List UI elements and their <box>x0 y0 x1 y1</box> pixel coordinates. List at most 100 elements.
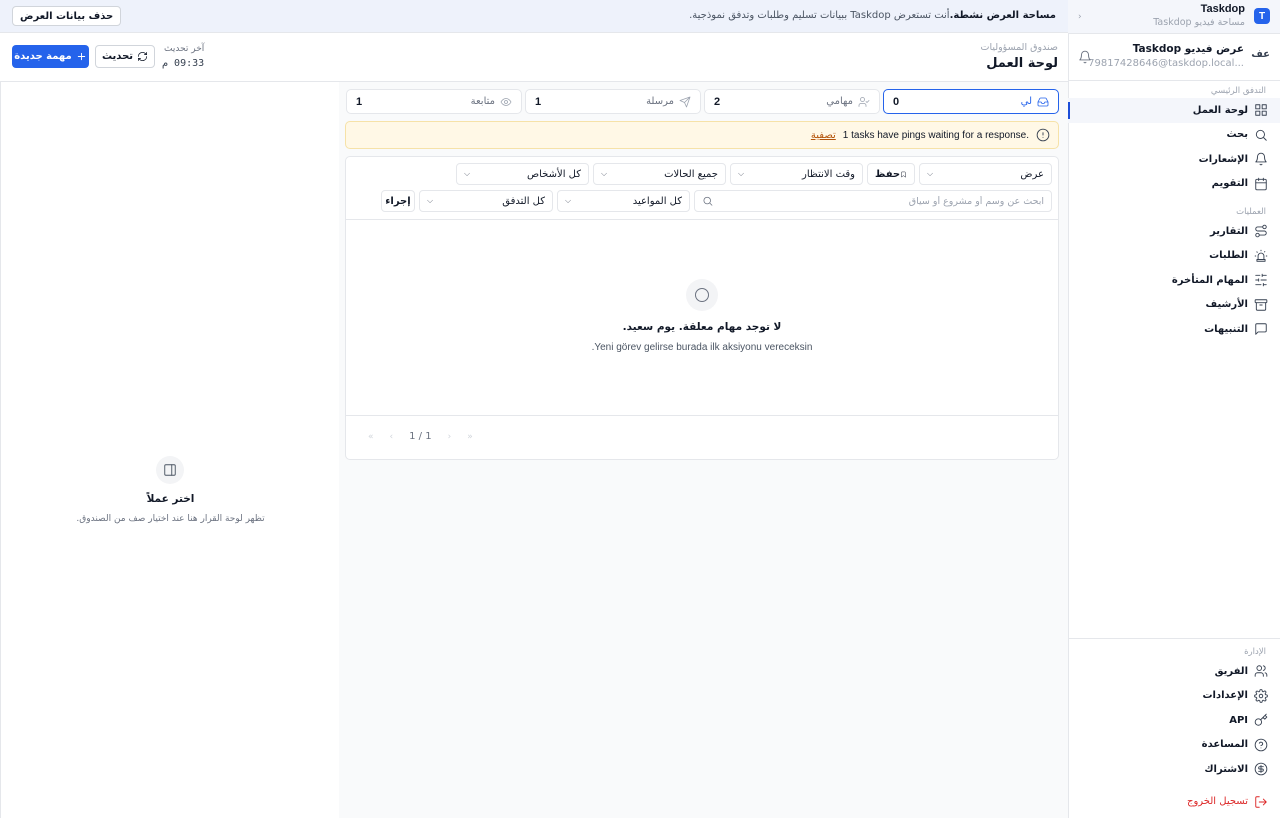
sidebar-item-notifications[interactable]: الإشعارات <box>1068 147 1280 172</box>
sidebar-item-alerts[interactable]: التنبيهات <box>1068 317 1280 342</box>
dates-label: كل المواعيد <box>632 195 682 207</box>
refresh-label: تحديث <box>101 51 134 62</box>
nav-section-label: التدفق الرئيسي <box>1210 86 1266 96</box>
send-icon <box>679 96 691 107</box>
prev-page-button[interactable]: ‹ <box>390 432 394 442</box>
user-email: 79817428646@taskdop.local... <box>1088 58 1244 69</box>
sidebar-item-search[interactable]: بحث <box>1068 123 1280 148</box>
wait-time-label: وقت الانتظار <box>802 168 855 180</box>
wait-time-select[interactable]: وقت الانتظار ⌵ <box>730 163 863 185</box>
flow-label: كل التدفق <box>502 195 545 207</box>
save-view-button[interactable]: حفظ <box>867 163 915 185</box>
sidebar-item-label: الإشعارات <box>1198 153 1248 165</box>
sidebar-item-label: الأرشيف <box>1205 299 1248 311</box>
workspace-switcher[interactable]: T Taskdop مساحة فيديو Taskdop ‹ <box>1068 0 1280 34</box>
eye-icon <box>500 97 512 106</box>
avatar: عف <box>1251 49 1270 60</box>
sidebar-item-label: المساعدة <box>1201 739 1248 751</box>
nav-section-label: العمليات <box>1236 207 1266 217</box>
panel-icon <box>156 456 184 484</box>
logout-button[interactable]: تسجيل الخروج <box>1068 790 1280 815</box>
last-page-button[interactable]: » <box>467 432 473 442</box>
banner-strong: مساحة العرض نشطة. <box>949 10 1056 21</box>
archive-icon <box>1254 299 1268 311</box>
chevron-down-icon: ⌵ <box>738 169 745 178</box>
refresh-button[interactable]: تحديث <box>95 45 155 68</box>
page-title: لوحة العمل <box>986 56 1058 71</box>
tab-my-tasks[interactable]: مهامي 2 <box>704 89 880 114</box>
search-input[interactable] <box>719 195 1044 207</box>
divider <box>1068 638 1280 639</box>
people-select[interactable]: كل الأشخاص ⌵ <box>456 163 589 185</box>
new-task-button[interactable]: مهمة جديدة <box>12 45 89 68</box>
view-select[interactable]: عرض ⌵ <box>919 163 1052 185</box>
tab-text: لي <box>1020 96 1032 107</box>
sidebar-item-subscription[interactable]: الاشتراك <box>1068 757 1280 782</box>
breadcrumb: صندوق المسؤوليات <box>980 42 1059 53</box>
sidebar-item-overdue[interactable]: المهام المتأخرة <box>1068 268 1280 293</box>
logout-label: تسجيل الخروج <box>1186 796 1248 808</box>
people-label: كل الأشخاص <box>527 168 581 180</box>
sidebar-item-requests[interactable]: الطلبات <box>1068 244 1280 269</box>
alert-message: 1 tasks have pings waiting for a respons… <box>842 129 1029 141</box>
status-select[interactable]: جميع الحالات ⌵ <box>593 163 726 185</box>
help-icon <box>1254 738 1268 752</box>
tab-label: مرسلة <box>646 96 691 108</box>
action-button[interactable]: إجراء <box>381 190 415 212</box>
nav-main: التدفق الرئيسي لوحة العمل بحث الإشعارات … <box>1068 84 1280 196</box>
sidebar-item-reports[interactable]: التقارير <box>1068 219 1280 244</box>
sidebar-item-calendar[interactable]: التقويم <box>1068 172 1280 197</box>
sidebar-item-label: المهام المتأخرة <box>1171 274 1248 286</box>
sidebar-item-team[interactable]: الفريق <box>1068 659 1280 684</box>
gear-icon <box>1254 688 1268 703</box>
sidebar-item-archive[interactable]: الأرشيف <box>1068 293 1280 318</box>
user-card[interactable]: عف عرض فيديو Taskdop 79817428646@taskdop… <box>1068 34 1280 81</box>
workspace-name: Taskdop <box>1200 3 1245 15</box>
dollar-icon <box>1254 762 1268 776</box>
demo-banner: مساحة العرض نشطة.أنت تستعرض Taskdop ببيا… <box>0 0 1068 33</box>
flow-select[interactable]: كل التدفق ⌵ <box>419 190 553 212</box>
sidebar-item-label: الطلبات <box>1209 250 1248 262</box>
sidebar-item-label: API <box>1229 714 1248 726</box>
route-icon <box>1255 224 1267 238</box>
search-box[interactable] <box>694 190 1052 212</box>
sidebar-item-api[interactable]: API <box>1068 708 1280 733</box>
detail-pane: اختر عملاً تظهر لوحة القرار هنا عند اختي… <box>0 82 339 818</box>
tab-sent[interactable]: مرسلة 1 <box>525 89 701 114</box>
filter-link[interactable]: تصفية <box>811 130 836 141</box>
notifications-bell-icon[interactable] <box>1078 50 1092 64</box>
sidebar-item-settings[interactable]: الإعدادات <box>1068 684 1280 709</box>
alert-circle-icon <box>1036 128 1050 142</box>
search-icon <box>1255 129 1267 141</box>
tab-count: 1 <box>356 95 363 108</box>
banner-text: مساحة العرض نشطة.أنت تستعرض Taskdop ببيا… <box>689 10 1056 21</box>
detail-title: اختر عملاً <box>146 493 195 505</box>
first-page-button[interactable]: « <box>368 432 374 442</box>
tab-count: 1 <box>535 95 542 108</box>
workspace-subtitle: مساحة فيديو Taskdop <box>1153 17 1245 28</box>
refresh-icon <box>138 52 148 61</box>
sidebar-item-help[interactable]: المساعدة <box>1068 733 1280 758</box>
sidebar-item-workboard[interactable]: لوحة العمل <box>1068 98 1280 123</box>
delete-demo-data-button[interactable]: حذف بيانات العرض <box>12 6 122 26</box>
view-select-label: عرض <box>1020 168 1044 180</box>
sidebar-item-label: لوحة العمل <box>1192 104 1248 116</box>
tab-count: 0 <box>893 95 900 108</box>
save-label: حفظ <box>875 168 901 180</box>
bookmark-icon <box>901 171 906 177</box>
chevron-left-icon[interactable]: ‹ <box>1078 12 1082 22</box>
bell-icon <box>1255 152 1267 166</box>
page-header: صندوق المسؤوليات لوحة العمل مهمة جديدة ت… <box>0 33 1068 82</box>
dates-select[interactable]: كل المواعيد ⌵ <box>557 190 690 212</box>
sidebar-item-label: الاشتراك <box>1204 763 1248 775</box>
sidebar-item-label: التقويم <box>1211 178 1248 190</box>
tab-mine[interactable]: لي 0 <box>883 89 1059 114</box>
empty-state-subtitle: Yeni görev gelirse burada ilk aksiyonu v… <box>591 342 813 353</box>
tab-following[interactable]: متابعة 1 <box>346 89 522 114</box>
calendar-icon <box>1255 177 1267 191</box>
nav-section-label: الإدارة <box>1244 647 1266 657</box>
siren-icon <box>1254 249 1268 262</box>
next-page-button[interactable]: › <box>448 432 452 442</box>
status-label: جميع الحالات <box>664 168 718 180</box>
work-area: لي 0 مهامي 2 مرسلة 1 متابعة 1 1 tasks ha… <box>339 82 1068 818</box>
